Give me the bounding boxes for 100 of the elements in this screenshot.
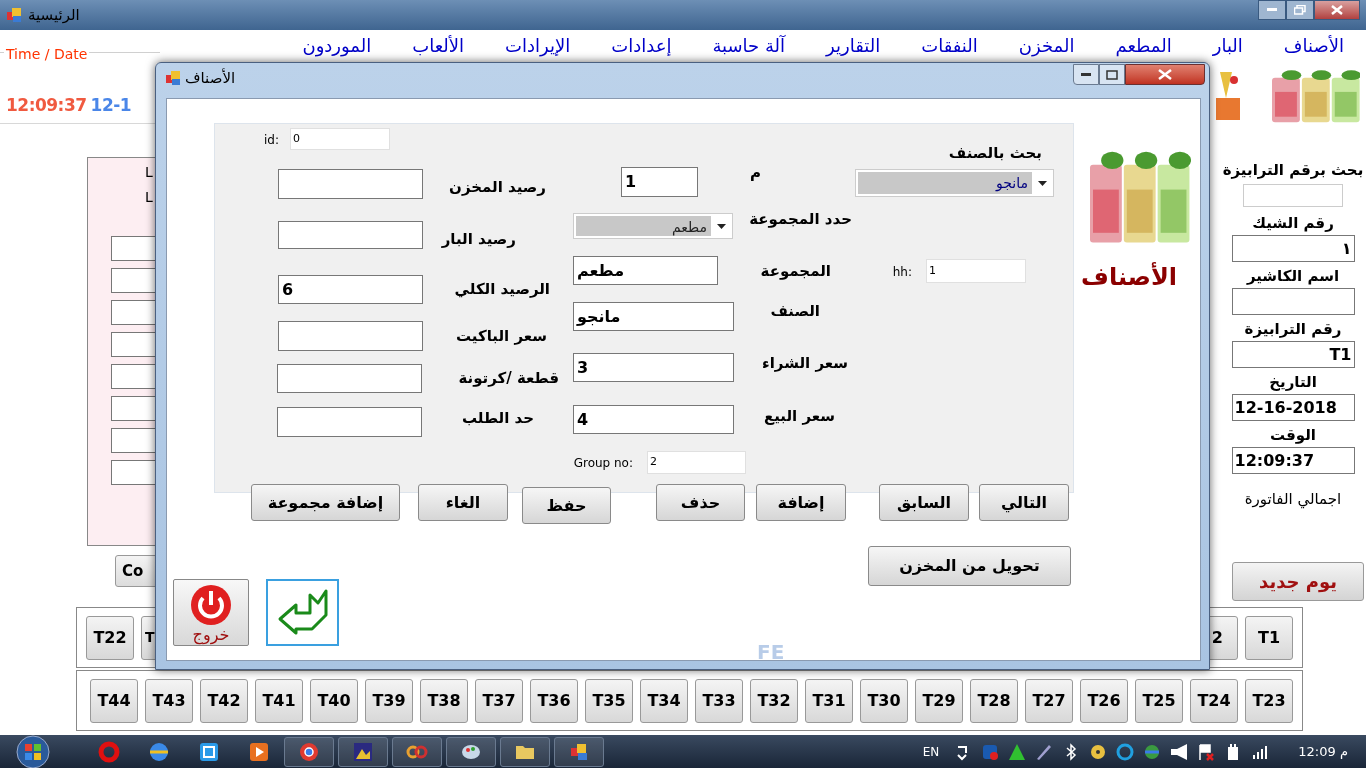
input-field[interactable] xyxy=(278,169,423,199)
minimize-icon xyxy=(1081,72,1091,77)
table-button[interactable]: T28 xyxy=(970,678,1018,723)
input-field[interactable] xyxy=(277,407,422,437)
field-label: المجموعة xyxy=(760,261,831,282)
input-field[interactable]: 3 xyxy=(573,353,734,382)
form-button[interactable]: التالي xyxy=(979,484,1069,521)
transfer-button[interactable]: تحويل من المخزن xyxy=(868,546,1071,586)
form-button[interactable]: الغاء xyxy=(418,484,508,521)
input-field[interactable]: 1 xyxy=(621,167,698,197)
table-button[interactable]: T32 xyxy=(750,678,798,723)
menu-item[interactable]: التقارير xyxy=(826,32,881,59)
app-icon xyxy=(6,7,22,23)
input-field[interactable] xyxy=(1231,288,1355,315)
window-title: الرئيسية xyxy=(28,4,80,26)
table-button[interactable]: T25 xyxy=(1135,678,1183,723)
restore-button[interactable] xyxy=(1286,0,1314,20)
table-button[interactable]: T38 xyxy=(420,678,468,723)
table-button[interactable]: T41 xyxy=(255,678,303,723)
menu-item[interactable]: المطعم xyxy=(1115,32,1172,59)
field-label: الصنف xyxy=(770,301,820,322)
form-button[interactable]: إضافة xyxy=(756,484,846,521)
clock[interactable]: 12:09 م xyxy=(1298,741,1348,762)
dropdown[interactable]: مانجو xyxy=(855,169,1054,197)
table-button[interactable]: T37 xyxy=(475,678,523,723)
field-label: حدد المجموعة xyxy=(749,209,852,230)
form-button[interactable]: السابق xyxy=(879,484,969,521)
field-label: سعر البيع xyxy=(763,406,835,427)
input-field[interactable]: مطعم xyxy=(573,256,718,285)
form-button[interactable]: حفظ xyxy=(522,487,611,524)
menu-item[interactable]: الموردون xyxy=(302,32,372,59)
exit-button[interactable]: خروج xyxy=(173,579,249,646)
taskbar-button[interactable] xyxy=(446,736,496,767)
input-field[interactable]: 12-16-2018 xyxy=(1231,394,1355,421)
input-field[interactable]: 1 xyxy=(926,259,1026,283)
minimize-button[interactable] xyxy=(1073,64,1099,85)
taskbar-button[interactable] xyxy=(554,736,604,767)
menu-item[interactable]: آلة حاسبة xyxy=(712,32,786,59)
language-indicator[interactable]: EN xyxy=(922,742,940,761)
new-day-button[interactable]: يوم جديد xyxy=(1232,562,1364,601)
table-button[interactable]: T24 xyxy=(1190,678,1238,723)
table-button[interactable]: T33 xyxy=(695,678,743,723)
form-button[interactable]: حذف xyxy=(656,484,745,521)
input-field[interactable]: 2 xyxy=(647,451,746,474)
minimize-button[interactable] xyxy=(1258,0,1286,20)
table-button[interactable]: T26 xyxy=(1080,678,1128,723)
table-button[interactable]: T23 xyxy=(1245,678,1293,723)
power-icon xyxy=(190,584,232,626)
table-button[interactable]: T29 xyxy=(915,678,963,723)
field-label: الوقت xyxy=(1270,425,1316,445)
triangle-icon xyxy=(1008,742,1027,761)
field-label: الرصيد الكلي xyxy=(454,279,550,300)
taskbar-button[interactable] xyxy=(500,736,550,767)
table-button[interactable]: T35 xyxy=(585,678,633,723)
table-button[interactable]: T40 xyxy=(310,678,358,723)
taskbar-button[interactable] xyxy=(284,736,334,767)
table-button[interactable]: T36 xyxy=(530,678,578,723)
back-button[interactable] xyxy=(266,579,339,646)
input-field[interactable]: مانجو xyxy=(573,302,734,331)
input-field[interactable]: 12:09:37 xyxy=(1231,447,1355,474)
field-label: حد الطلب xyxy=(461,408,534,429)
input-field[interactable]: ١ xyxy=(1231,235,1355,262)
menu-item[interactable]: الإيرادات xyxy=(505,32,571,59)
close-button[interactable] xyxy=(1314,0,1360,20)
maximize-icon xyxy=(1106,69,1118,80)
menu-item[interactable]: النفقات xyxy=(921,32,978,59)
table-button[interactable]: T43 xyxy=(145,678,193,723)
field-label: id: xyxy=(264,132,279,149)
input-field[interactable] xyxy=(278,321,423,351)
menu-item[interactable]: الأصناف xyxy=(1283,32,1344,59)
dropdown[interactable]: مطعم xyxy=(573,213,733,239)
table-button[interactable]: T39 xyxy=(365,678,413,723)
input-field[interactable]: T1 xyxy=(1231,341,1355,368)
menu-item[interactable]: البار xyxy=(1212,32,1243,59)
time-text: 12:09:37 xyxy=(6,94,87,117)
input-field[interactable]: 0 xyxy=(290,128,390,150)
maximize-button[interactable] xyxy=(1099,64,1125,85)
table-button[interactable]: T27 xyxy=(1025,678,1073,723)
caret-icon xyxy=(717,223,726,229)
taskbar-button[interactable] xyxy=(338,736,388,767)
table-button[interactable]: T34 xyxy=(640,678,688,723)
menu-item[interactable]: المخزن xyxy=(1018,32,1075,59)
input-field[interactable] xyxy=(278,221,423,249)
input-field[interactable]: 6 xyxy=(278,275,423,304)
input-field[interactable] xyxy=(277,364,422,393)
input-field[interactable] xyxy=(1243,184,1343,207)
menu-item[interactable]: الألعاب xyxy=(412,32,465,59)
total-label: اجمالي الفاتورة xyxy=(1244,489,1342,511)
table-button[interactable]: T22 xyxy=(86,615,134,660)
close-button[interactable] xyxy=(1125,64,1205,85)
table-button[interactable]: T1 xyxy=(1245,615,1293,660)
menu-item[interactable]: إعدادات xyxy=(611,32,672,59)
table-button[interactable]: T44 xyxy=(90,678,138,723)
table-button[interactable]: T31 xyxy=(805,678,853,723)
window-title: الأصناف xyxy=(185,67,236,89)
table-button[interactable]: T42 xyxy=(200,678,248,723)
form-button[interactable]: إضافة مجموعة xyxy=(251,484,400,521)
field-label: اسم الكاشير xyxy=(1246,266,1340,286)
input-field[interactable]: 4 xyxy=(573,405,734,434)
table-button[interactable]: T30 xyxy=(860,678,908,723)
